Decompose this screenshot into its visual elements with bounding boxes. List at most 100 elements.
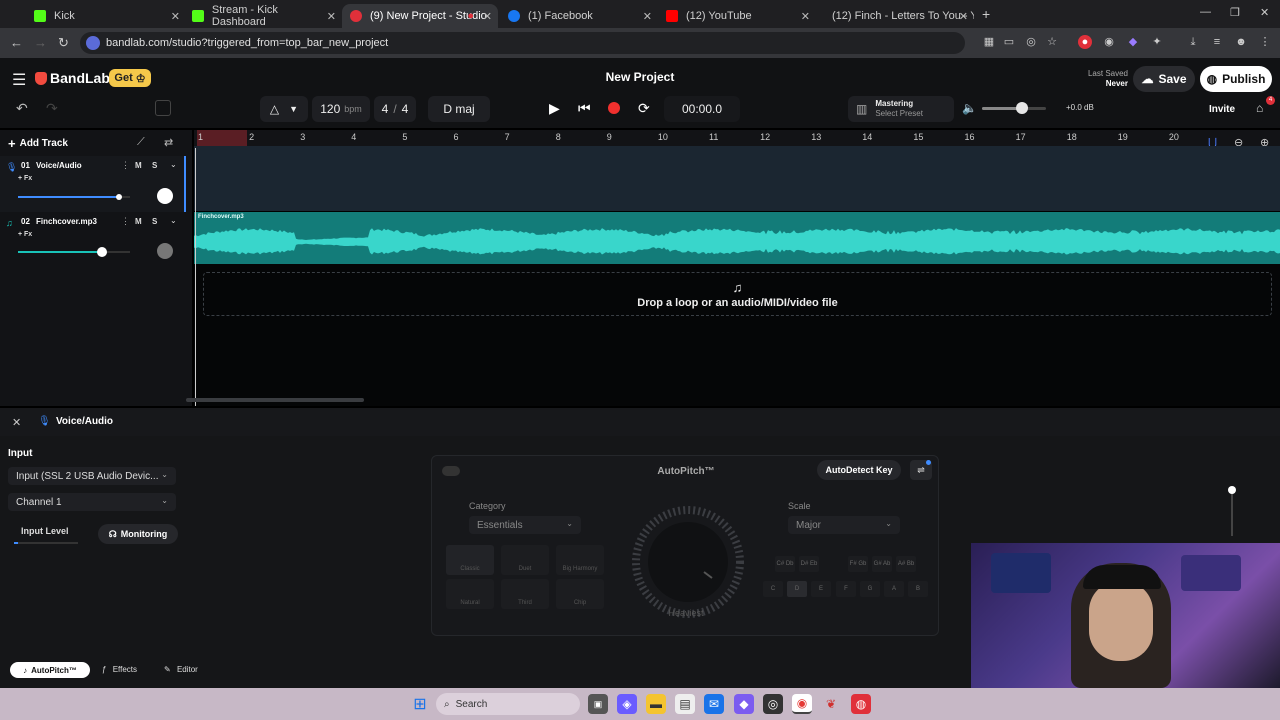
mail-icon[interactable]: ✉ xyxy=(704,694,724,714)
track-menu-icon[interactable]: ⋮ xyxy=(121,160,130,171)
tab-bandlab-studio[interactable]: (9) New Project - Studio ● ✕ xyxy=(342,4,498,28)
close-icon[interactable]: ✕ xyxy=(801,10,810,23)
file-explorer-icon[interactable]: ▬ xyxy=(646,694,666,714)
key-g-sharp[interactable]: G# Ab xyxy=(872,556,892,572)
volume-handle[interactable] xyxy=(115,194,122,200)
forward-icon[interactable]: → xyxy=(34,35,47,50)
effect-chip-button[interactable]: Chip xyxy=(556,579,604,609)
loop-icon[interactable]: ⟳ xyxy=(638,100,650,117)
extension-icon[interactable]: ▦ xyxy=(982,35,996,49)
mute-button[interactable]: M xyxy=(135,161,142,170)
key-a-sharp[interactable]: A# Bb xyxy=(896,556,916,572)
eye-off-icon[interactable]: ◎ xyxy=(1024,35,1038,49)
add-fx-button[interactable]: + Fx xyxy=(18,175,32,182)
mastering-button[interactable]: ▥ Mastering Select Preset xyxy=(848,96,954,122)
undo-icon[interactable]: ↶ xyxy=(16,100,28,117)
get-membership-button[interactable]: Get ♔ xyxy=(109,69,151,87)
key-e[interactable]: E xyxy=(811,581,831,597)
scale-select[interactable]: Major ⌄ xyxy=(788,516,900,534)
new-tab-icon[interactable]: + xyxy=(982,6,990,22)
effect-classic-button[interactable]: Classic xyxy=(446,545,494,575)
tab-editor[interactable]: ✎ Editor xyxy=(164,665,198,674)
close-icon[interactable]: ✕ xyxy=(327,10,336,23)
obs-icon[interactable]: ◍ xyxy=(851,694,871,714)
track-menu-icon[interactable]: ⋮ xyxy=(121,216,130,227)
volume-handle[interactable] xyxy=(97,247,107,257)
extension-purple-icon[interactable]: ◆ xyxy=(1126,35,1140,49)
minimize-icon[interactable]: — xyxy=(1200,6,1211,18)
extension-gray-icon[interactable]: ◉ xyxy=(1102,35,1116,49)
key-c-sharp[interactable]: C# Db xyxy=(775,556,795,572)
tab-facebook[interactable]: (1) Facebook ✕ xyxy=(500,4,658,28)
key-f[interactable]: F xyxy=(836,581,856,597)
speaker-icon[interactable]: 🔈 xyxy=(962,101,977,115)
back-icon[interactable]: ← xyxy=(10,35,23,50)
metronome-dropdown[interactable]: △ ▼ xyxy=(260,96,308,122)
audio-clip-finchcover[interactable]: Finchcover.mp3 xyxy=(194,212,1280,264)
download-icon[interactable]: ⤓ xyxy=(1186,35,1200,49)
effect-duet-button[interactable]: Duet xyxy=(501,545,549,575)
track-row-voice[interactable]: 🎙 01 Voice/Audio ⋮ M S ⌄ + Fx xyxy=(0,156,186,212)
tab-youtube[interactable]: (12) YouTube ✕ xyxy=(658,4,816,28)
tuning-icon[interactable]: ⟋ xyxy=(137,136,145,149)
tab-autopitch[interactable]: ♪ AutoPitch™ xyxy=(10,662,90,678)
taskbar-search[interactable]: ⌕ Search xyxy=(436,693,580,715)
chevron-down-icon[interactable]: ⌄ xyxy=(170,216,177,225)
browser-menu-icon[interactable]: ⋮ xyxy=(1258,35,1272,49)
effect-natural-button[interactable]: Natural xyxy=(446,579,494,609)
key-g[interactable]: G xyxy=(860,581,880,597)
autopitch-power-toggle[interactable] xyxy=(442,466,460,476)
channel-select[interactable]: Channel 1 ⌄ xyxy=(8,493,176,511)
effect-third-button[interactable]: Third xyxy=(501,579,549,609)
horizontal-scrollbar[interactable] xyxy=(186,398,364,402)
cast-icon[interactable]: ▭ xyxy=(1002,35,1016,49)
reload-icon[interactable]: ↻ xyxy=(58,35,69,51)
hamburger-menu-icon[interactable]: ☰ xyxy=(12,70,26,90)
chrome-icon[interactable]: ◉ xyxy=(792,694,812,714)
profile-avatar-icon[interactable]: ☻ xyxy=(1234,35,1248,49)
add-track-button[interactable]: + Add Track xyxy=(8,136,68,151)
monitoring-button[interactable]: ☊ Monitoring xyxy=(98,524,178,544)
save-button[interactable]: ☁ Save xyxy=(1133,66,1195,92)
skip-back-icon[interactable]: ⏮ xyxy=(578,100,591,117)
url-field[interactable]: bandlab.com/studio?triggered_from=top_ba… xyxy=(80,32,965,54)
timeline-ruler[interactable]: 1 2 3 4 5 6 7 8 9 10 11 12 13 14 15 16 17 18 19 20 xyxy=(194,130,1280,146)
category-select[interactable]: Essentials ⌄ xyxy=(469,516,581,534)
output-level-slider[interactable] xyxy=(1228,486,1236,536)
input-device-select[interactable]: Input (SSL 2 USB Audio Devic... ⌄ xyxy=(8,467,176,485)
track-volume-slider[interactable] xyxy=(18,194,130,200)
close-panel-icon[interactable]: ✕ xyxy=(12,416,21,429)
solo-button[interactable]: S xyxy=(152,161,157,170)
key-d[interactable]: D xyxy=(787,581,807,597)
close-icon[interactable]: ✕ xyxy=(171,10,180,23)
gift-icon[interactable]: ⌂ xyxy=(1256,101,1263,115)
bookmark-star-icon[interactable]: ☆ xyxy=(1045,35,1059,49)
key-f-sharp[interactable]: F# Gb xyxy=(848,556,868,572)
app-icon[interactable]: ◆ xyxy=(734,694,754,714)
master-volume-slider[interactable] xyxy=(982,102,1046,114)
tempo-field[interactable]: 120 bpm xyxy=(312,96,370,122)
restore-icon[interactable]: ❐ xyxy=(1230,6,1240,19)
key-b[interactable]: B xyxy=(908,581,928,597)
solo-button[interactable]: S xyxy=(152,217,157,226)
close-icon[interactable]: ✕ xyxy=(483,10,492,23)
track-settings-icon[interactable]: ⇄ xyxy=(164,136,173,149)
redo-icon[interactable]: ↷ xyxy=(46,100,58,117)
add-fx-button[interactable]: + Fx xyxy=(18,231,32,238)
key-c[interactable]: C xyxy=(763,581,783,597)
window-close-icon[interactable]: ✕ xyxy=(1260,6,1269,19)
volume-handle[interactable] xyxy=(1015,102,1028,114)
invite-button[interactable]: Invite xyxy=(1200,100,1244,118)
key-field[interactable]: D maj xyxy=(428,96,490,122)
extensions-puzzle-icon[interactable]: ✦ xyxy=(1150,35,1164,49)
mute-button[interactable]: M xyxy=(135,217,142,226)
volume-handle[interactable] xyxy=(1228,486,1236,494)
task-view-icon[interactable]: ▣ xyxy=(588,694,608,714)
drop-zone[interactable]: ♫ Drop a loop or an audio/MIDI/video fil… xyxy=(203,272,1272,316)
track-volume-slider[interactable] xyxy=(18,247,130,257)
windows-start-icon[interactable]: ⊞ xyxy=(410,694,430,714)
chevron-down-icon[interactable]: ⌄ xyxy=(170,160,177,169)
extension-red-icon[interactable]: ● xyxy=(1078,35,1092,49)
map-pin-icon[interactable]: ❦ xyxy=(821,694,841,714)
app-icon[interactable]: ◎ xyxy=(763,694,783,714)
